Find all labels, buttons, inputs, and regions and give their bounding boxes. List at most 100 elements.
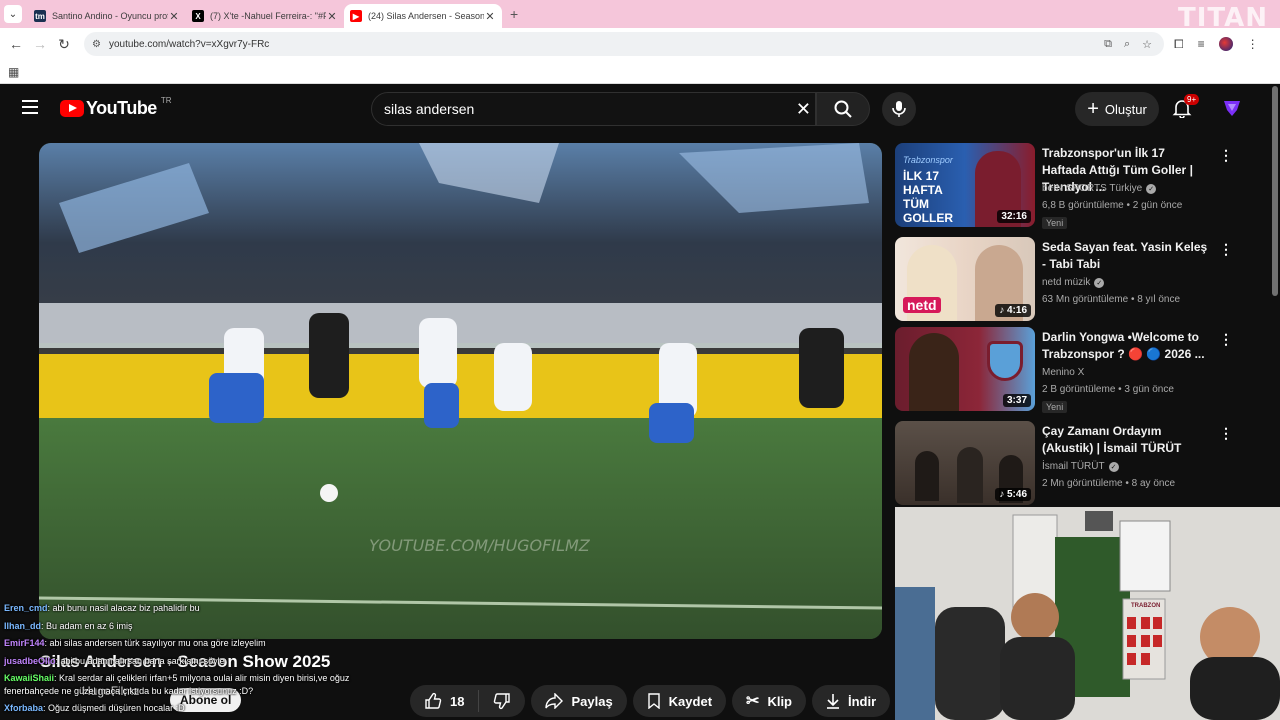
voice-search-button[interactable] <box>882 92 916 126</box>
more-options-icon[interactable]: ⋮ <box>1219 331 1233 348</box>
duration-text: 4:16 <box>1006 305 1027 316</box>
browser-tab-2[interactable]: X (7) X'te -Nahuel Ferreira-: "#Pa ✕ <box>186 4 344 28</box>
video-thumbnail[interactable]: netd ♪ 4:16 <box>895 237 1035 321</box>
chat-message: Xforbaba: Oğuz düşmedi düşüren hocalar :… <box>0 700 380 718</box>
video-duration: 32:16 <box>997 210 1031 223</box>
chat-message: EmirF144: abi silas andersen türk sayılı… <box>0 635 380 653</box>
thumbnail-musician <box>957 447 983 503</box>
create-label: Oluştur <box>1104 101 1147 117</box>
youtube-play-icon <box>60 100 84 117</box>
back-icon[interactable]: ← <box>4 36 28 52</box>
recommendation-meta: 2 Mn görüntüleme • 8 ay önce <box>1042 478 1176 489</box>
video-actions: 18 Paylaş Kaydet ✂ Klip İndir ••• <box>410 685 929 717</box>
chat-text: : abi silas andersen türk sayılıyor mu o… <box>44 638 266 648</box>
recommendation-title[interactable]: Çay Zamanı Ordayım (Akustik) | İsmail TÜ… <box>1042 423 1212 457</box>
recommendation-channel[interactable]: beIN SPORTS Türkiye ✓ <box>1042 183 1157 194</box>
url-field[interactable]: ⚙ youtube.com/watch?v=xXgvr7y-FRc ⧉ ⌕ ☆ <box>84 32 1164 56</box>
chat-text: : Bu adam en az 6 imiş <box>41 620 133 631</box>
close-tab-icon[interactable]: ✕ <box>326 10 338 23</box>
recommendation-item[interactable]: Trabzonspor İLK 17 HAFTA TÜM GOLLER 32:1… <box>895 143 1235 229</box>
apps-grid-icon[interactable]: ▦ <box>8 65 19 79</box>
recommendation-item[interactable]: ♪ 5:46 Çay Zamanı Ordayım (Akustik) | İs… <box>895 421 1235 507</box>
webcam-poster-label: TRABZON <box>1131 603 1161 609</box>
close-tab-icon[interactable]: ✕ <box>168 10 180 23</box>
youtube-favicon-icon: ▶ <box>350 10 362 22</box>
notification-count-badge: 9+ <box>1184 94 1200 105</box>
download-button[interactable]: İndir <box>812 685 891 717</box>
like-button[interactable]: 18 <box>410 690 480 712</box>
chat-text: : abi bu adamı alırsan bana şarkısını sö… <box>55 655 225 666</box>
bookmark-star-icon[interactable]: ☆ <box>1142 38 1152 51</box>
stream-chat-overlay: Eren_cmd: abi bunu nasil alacaz biz paha… <box>0 600 380 718</box>
dislike-button[interactable] <box>479 690 525 712</box>
more-options-icon[interactable]: ⋮ <box>1219 425 1233 442</box>
browser-tab-3[interactable]: ▶ (24) Silas Andersen - Season Sh ✕ <box>344 4 502 28</box>
search-button[interactable] <box>816 92 870 126</box>
install-app-icon[interactable]: ⧉ <box>1104 38 1112 51</box>
more-options-icon[interactable]: ⋮ <box>1219 147 1233 164</box>
account-avatar-icon[interactable] <box>1222 98 1242 118</box>
zoom-icon[interactable]: ⌕ <box>1124 38 1130 51</box>
video-player[interactable]: YOUTUBE.COM/HUGOFILMZ <box>39 143 882 639</box>
tab-title: (24) Silas Andersen - Season Sh <box>368 11 484 21</box>
extensions-icon[interactable]: ⧠ <box>1174 37 1184 52</box>
reload-icon[interactable]: ↻ <box>52 36 76 53</box>
video-duration: ♪ 5:46 <box>995 488 1031 501</box>
video-thumbnail[interactable]: Trabzonspor İLK 17 HAFTA TÜM GOLLER 32:1… <box>895 143 1035 227</box>
close-tab-icon[interactable]: ✕ <box>484 10 496 23</box>
profile-avatar-icon[interactable] <box>1218 37 1233 51</box>
x-favicon-icon: X <box>192 10 204 22</box>
chat-user: EmirF144 <box>4 638 45 648</box>
recommendation-title[interactable]: Seda Sayan feat. Yasin Keleş - Tabi Tabi <box>1042 239 1212 273</box>
tab-title: (7) X'te -Nahuel Ferreira-: "#Pa <box>210 11 326 21</box>
streamer-webcam: TRABZON <box>895 507 1280 720</box>
recommendation-item[interactable]: 3:37 Darlin Yongwa •Welcome to Trabzonsp… <box>895 327 1235 413</box>
video-thumbnail[interactable]: 3:37 <box>895 327 1035 411</box>
browser-menu-icon[interactable]: ⋮ <box>1247 37 1259 51</box>
hamburger-menu-icon[interactable] <box>22 100 38 114</box>
thumbnail-person <box>909 333 959 411</box>
download-label: İndir <box>848 693 877 709</box>
clear-search-icon[interactable]: ✕ <box>796 99 811 120</box>
search-input[interactable]: silas andersen ✕ <box>371 92 816 126</box>
verified-check-icon: ✓ <box>1146 183 1157 194</box>
video-frame: YOUTUBE.COM/HUGOFILMZ <box>39 143 882 639</box>
browser-tab-1[interactable]: tm Santino Andino - Oyuncu profili ✕ <box>28 4 186 28</box>
tab-search-icon[interactable]: ⌄ <box>4 5 22 23</box>
video-duration: 3:37 <box>1002 394 1031 407</box>
recommendation-title[interactable]: Darlin Yongwa •Welcome to Trabzonspor ? … <box>1042 329 1212 363</box>
share-button[interactable]: Paylaş <box>531 685 627 717</box>
new-tab-icon[interactable]: + <box>510 6 518 22</box>
clip-button[interactable]: ✂ Klip <box>732 685 806 717</box>
thumbnail-text: İLK 17 HAFTA TÜM GOLLER <box>903 169 953 225</box>
thumbnail-musician <box>915 451 939 501</box>
save-button[interactable]: Kaydet <box>632 685 727 717</box>
video-thumbnail[interactable]: ♪ 5:46 <box>895 421 1035 505</box>
search-value: silas andersen <box>384 101 475 117</box>
like-dislike-group: 18 <box>410 685 526 717</box>
thumbnail-brand: Trabzonspor <box>903 155 953 165</box>
music-note-icon: ♪ <box>999 305 1007 316</box>
create-button[interactable]: + Oluştur <box>1075 92 1159 126</box>
recommendation-channel[interactable]: Menino X <box>1042 367 1084 378</box>
more-options-icon[interactable]: ⋮ <box>1219 241 1233 258</box>
site-info-icon[interactable]: ⚙ <box>92 39 101 50</box>
video-watermark: YOUTUBE.COM/HUGOFILMZ <box>369 536 591 555</box>
chat-message: jusadbeOllo: abi bu adamı alırsan bana ş… <box>0 653 380 671</box>
search-icon <box>834 100 852 118</box>
page-scrollbar[interactable] <box>1272 86 1278 296</box>
verified-check-icon: ✓ <box>1108 461 1119 472</box>
chat-message: Ilhan_dd: Bu adam en az 6 imiş <box>0 618 380 636</box>
plus-icon: + <box>1087 98 1099 120</box>
recommendation-item[interactable]: netd ♪ 4:16 Seda Sayan feat. Yasin Keleş… <box>895 237 1235 323</box>
youtube-logo[interactable]: YouTube TR <box>60 96 172 119</box>
recommendation-channel[interactable]: İsmail TÜRÜT ✓ <box>1042 461 1119 472</box>
forward-icon[interactable]: → <box>28 36 52 52</box>
chat-text: : Kral serdar ali çelikleri irfan+5 mily… <box>4 673 350 696</box>
chat-user: Xforbaba <box>4 703 44 713</box>
recommendation-meta: 63 Mn görüntüleme • 8 yıl önce <box>1042 294 1181 305</box>
media-controls-icon[interactable]: ≡ <box>1198 37 1205 51</box>
notifications-button[interactable]: 9+ <box>1172 94 1200 123</box>
browser-tab-strip: ⌄ tm Santino Andino - Oyuncu profili ✕ X… <box>0 0 1280 33</box>
recommendation-channel[interactable]: netd müzik ✓ <box>1042 277 1105 288</box>
